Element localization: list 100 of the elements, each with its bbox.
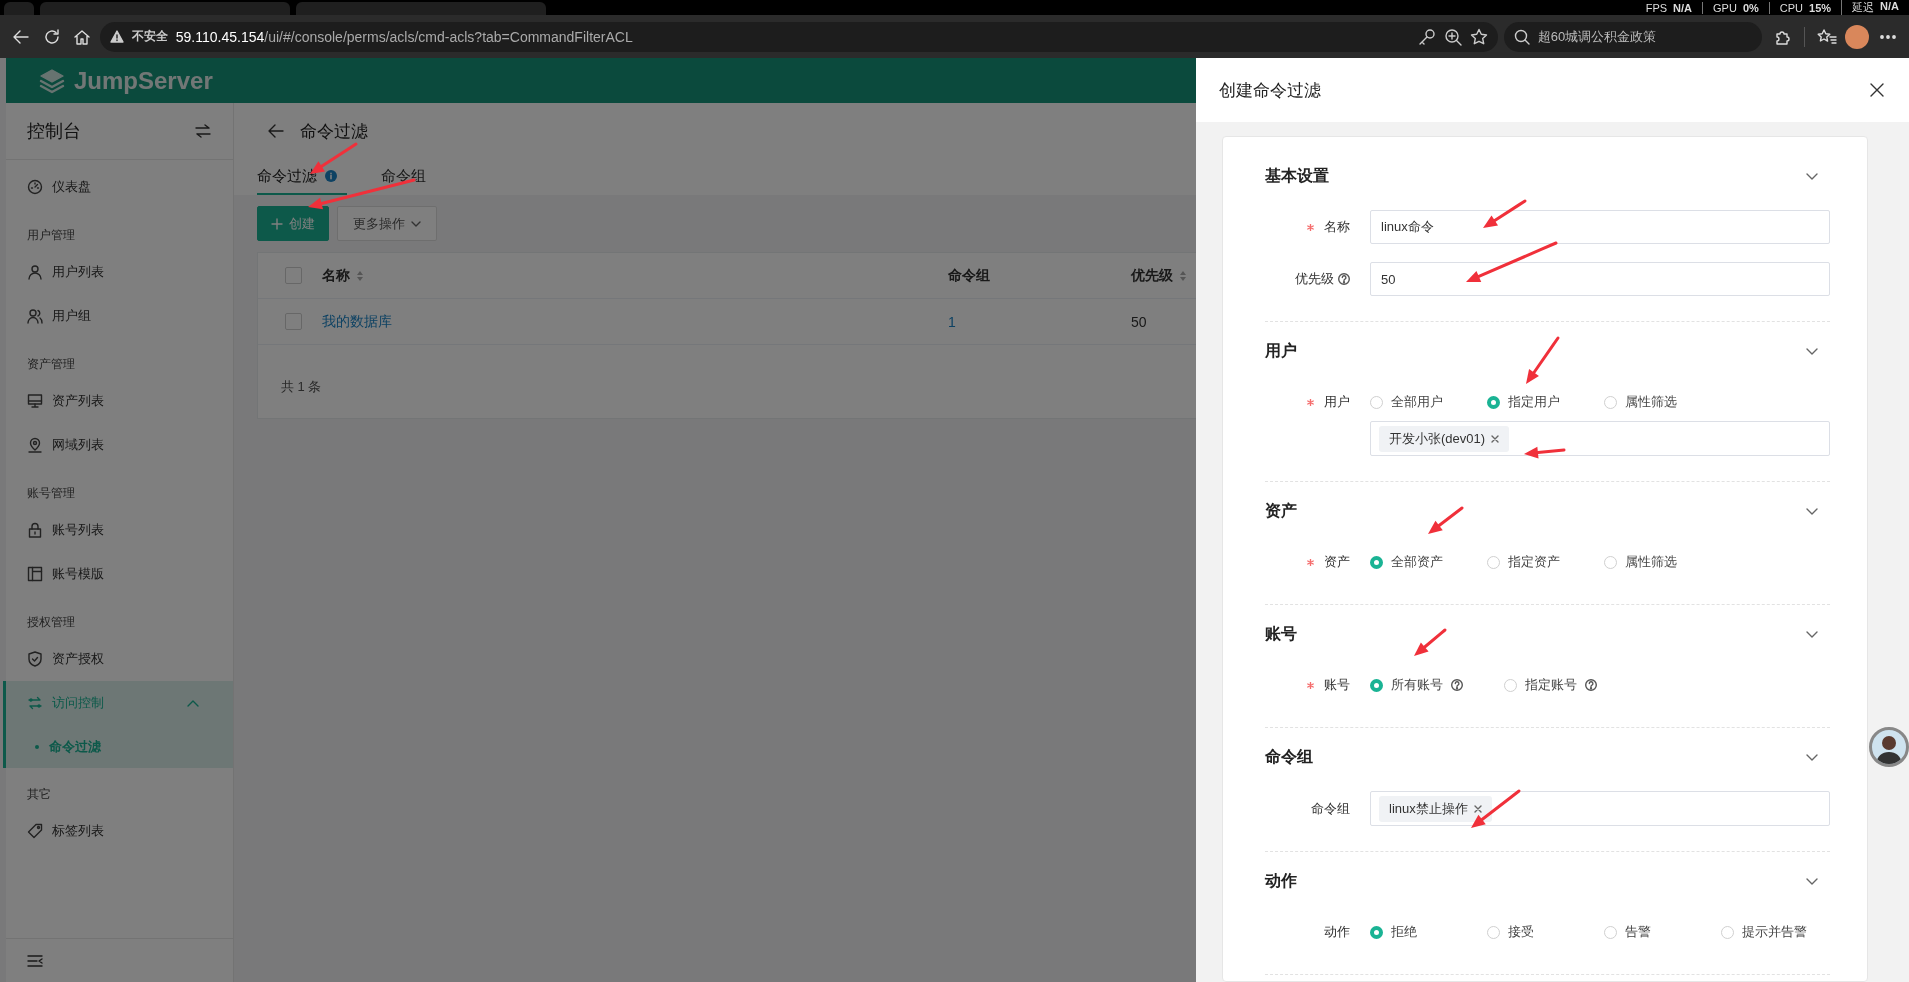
sidebar-title: 控制台 xyxy=(27,120,81,143)
stat-label: FPS xyxy=(1645,1,1668,14)
annotation-arrow xyxy=(1471,789,1521,828)
sidebar-item[interactable]: 用户组 xyxy=(3,294,233,338)
sidebar-group-label: 资产管理 xyxy=(26,356,76,373)
option-label[interactable]: 全部资产 xyxy=(1391,553,1443,571)
chevron-down-icon[interactable] xyxy=(1806,347,1818,355)
location-pin-icon xyxy=(27,437,43,453)
section-title: 用户 xyxy=(1265,340,1297,361)
tag-select-field[interactable]: 开发小张(dev01) xyxy=(1370,421,1830,456)
checkbox[interactable] xyxy=(285,313,302,330)
info-icon[interactable] xyxy=(325,170,337,182)
more-actions-button[interactable]: 更多操作 xyxy=(337,206,437,241)
remove-icon[interactable] xyxy=(1473,804,1482,813)
section-title: 账号 xyxy=(1265,623,1297,644)
radio-button[interactable] xyxy=(1487,395,1500,409)
layout-icon xyxy=(27,566,43,582)
radio-button[interactable] xyxy=(1504,678,1517,692)
option-label[interactable]: 指定用户 xyxy=(1508,393,1560,411)
radio-button[interactable] xyxy=(1604,395,1617,409)
input-field[interactable]: linux命令 xyxy=(1370,210,1830,244)
tag-label: linux禁止操作 xyxy=(1389,799,1468,818)
key-icon[interactable] xyxy=(1417,27,1436,46)
close-icon[interactable] xyxy=(1870,83,1884,97)
monitor-icon xyxy=(27,393,43,409)
annotation-arrow xyxy=(1524,446,1566,459)
stat-label: GPU xyxy=(1713,1,1737,14)
favorites-icon[interactable] xyxy=(1816,27,1837,46)
chevron-down-icon[interactable] xyxy=(1806,172,1818,180)
radio-button[interactable] xyxy=(1370,555,1383,569)
option-label[interactable]: 属性筛选 xyxy=(1625,393,1677,411)
stat-label: 延迟 xyxy=(1852,0,1875,15)
logo-icon xyxy=(38,66,66,95)
sidebar-group-label: 用户管理 xyxy=(26,227,76,244)
checkbox[interactable] xyxy=(285,267,302,284)
home-icon[interactable] xyxy=(73,27,92,46)
option-label[interactable]: 指定账号 xyxy=(1525,676,1577,694)
section-title: 命令组 xyxy=(1265,746,1313,767)
radio-button[interactable] xyxy=(1487,555,1500,569)
gauge-icon xyxy=(27,179,43,195)
option-label[interactable]: 所有账号 xyxy=(1391,676,1443,694)
field-label: 账号 xyxy=(1324,676,1350,694)
help-icon[interactable] xyxy=(1585,679,1597,691)
sidebar-item[interactable]: 用户列表 xyxy=(3,250,233,294)
security-label: 不安全 xyxy=(131,28,168,45)
chevron-down-icon[interactable] xyxy=(1806,630,1818,638)
field-label: 优先级 xyxy=(1295,270,1334,288)
chevron-down-icon[interactable] xyxy=(1806,507,1818,515)
user-icon xyxy=(27,264,43,280)
help-icon[interactable] xyxy=(1451,679,1463,691)
chevron-down-icon[interactable] xyxy=(1806,877,1818,885)
table-cell: 50 xyxy=(1131,313,1147,330)
sidebar-item[interactable]: 账号列表 xyxy=(3,508,233,552)
sidebar-group-label: 账号管理 xyxy=(26,485,76,502)
drawer-title: 创建命令过滤 xyxy=(1219,79,1321,102)
option-label[interactable]: 告警 xyxy=(1625,923,1651,941)
tag-label: 开发小张(dev01) xyxy=(1389,429,1486,448)
option-label[interactable]: 拒绝 xyxy=(1391,923,1417,941)
radio-button[interactable] xyxy=(1370,925,1383,939)
collapse-menu-icon[interactable] xyxy=(27,953,43,968)
shield-icon xyxy=(27,651,43,667)
radio-button[interactable] xyxy=(1604,925,1617,939)
star-icon[interactable] xyxy=(1469,27,1488,46)
field-label: 资产 xyxy=(1324,553,1350,571)
sidebar-item[interactable]: 标签列表 xyxy=(3,809,233,853)
back-arrow-icon[interactable] xyxy=(268,124,284,138)
reload-icon[interactable] xyxy=(42,27,61,46)
stat-label: CPU xyxy=(1779,1,1803,14)
radio-button[interactable] xyxy=(1370,395,1383,409)
sidebar-item[interactable]: 资产授权 xyxy=(3,637,233,681)
column-header: 命令组 xyxy=(948,266,990,285)
radio-button[interactable] xyxy=(1604,555,1617,569)
stat-value: 0% xyxy=(1742,1,1759,14)
sidebar-item[interactable]: 网域列表 xyxy=(3,423,233,467)
sidebar-item[interactable]: 资产列表 xyxy=(3,379,233,423)
section-title: 资产 xyxy=(1265,500,1297,521)
radio-button[interactable] xyxy=(1721,925,1734,939)
profile-avatar[interactable] xyxy=(1845,24,1870,49)
help-icon[interactable] xyxy=(1338,273,1350,285)
radio-button[interactable] xyxy=(1487,925,1500,939)
option-label[interactable]: 指定资产 xyxy=(1508,553,1560,571)
sidebar-item[interactable]: 账号模版 xyxy=(3,552,233,596)
switch-icon[interactable] xyxy=(195,124,211,138)
annotation-arrow xyxy=(1414,628,1447,656)
url-text[interactable]: 59.110.45.154/ui/#/console/perms/acls/cmd-acls?tab=CommandFilterACL xyxy=(175,28,633,45)
radio-button[interactable] xyxy=(1370,678,1383,692)
input-field[interactable]: 50 xyxy=(1370,262,1830,296)
transfer-icon xyxy=(27,695,43,711)
option-label[interactable]: 属性筛选 xyxy=(1625,553,1677,571)
option-label[interactable]: 全部用户 xyxy=(1391,393,1443,411)
sidebar-item[interactable]: 仪表盘 xyxy=(3,165,233,209)
tag-select-field[interactable]: linux禁止操作 xyxy=(1370,791,1830,826)
chevron-down-icon[interactable] xyxy=(1806,753,1818,761)
users-icon xyxy=(27,308,43,324)
option-label[interactable]: 提示并告警 xyxy=(1742,923,1807,941)
tag-icon xyxy=(27,823,43,839)
more-icon[interactable] xyxy=(1878,33,1897,40)
zoom-icon[interactable] xyxy=(1443,27,1462,46)
remove-icon[interactable] xyxy=(1491,434,1500,443)
option-label[interactable]: 接受 xyxy=(1508,923,1534,941)
